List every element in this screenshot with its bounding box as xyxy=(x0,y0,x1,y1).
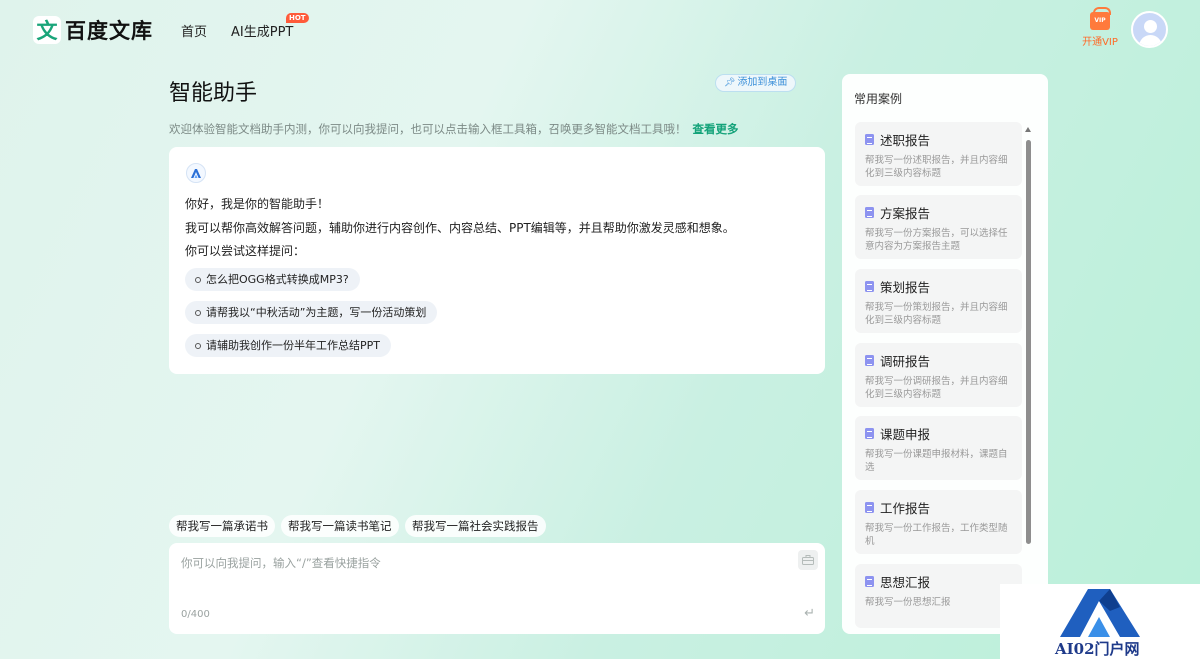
case-description: 帮我写一份述职报告，并且内容细化到三级内容标题 xyxy=(865,155,1008,179)
greeting-line-1: 你好，我是你的智能助手！ xyxy=(185,197,330,211)
hot-badge: HOT xyxy=(286,13,309,23)
suggestion-text: 请帮我以“中秋活动”为主题，写一份活动策划 xyxy=(206,306,427,319)
case-title: 述职报告 xyxy=(880,133,931,148)
case-description: 帮我写一份方案报告，可以选择任意内容为方案报告主题 xyxy=(865,228,1008,252)
document-icon xyxy=(865,428,874,439)
panel-title: 常用案例 xyxy=(854,92,903,106)
common-cases-panel: 常用案例 述职报告 帮我写一份述职报告，并且内容细化到三级内容标题 方案报告 帮… xyxy=(842,74,1048,634)
suggestion-chip-2[interactable]: 请帮我以“中秋活动”为主题，写一份活动策划 xyxy=(185,301,438,324)
quick-prompt-chip-1[interactable]: 帮我写一篇承诺书 xyxy=(169,515,275,537)
case-card[interactable]: 思想汇报 帮我写一份思想汇报 xyxy=(855,564,1022,628)
case-title: 课题申报 xyxy=(880,427,931,442)
vip-label: 开通VIP xyxy=(1082,37,1118,48)
assistant-message-card: 你好，我是你的智能助手！ 我可以帮你高效解答问题，辅助你进行内容创作、内容总结、… xyxy=(169,147,825,374)
vip-gift-icon: VIP xyxy=(1090,7,1111,30)
add-to-desktop-button[interactable]: 📌︎ 添加到桌面 xyxy=(715,74,797,92)
bullet-icon xyxy=(195,276,201,283)
case-title: 调研报告 xyxy=(880,354,931,369)
case-card[interactable]: 述职报告 帮我写一份述职报告，并且内容细化到三级内容标题 xyxy=(855,122,1022,186)
document-icon xyxy=(865,281,874,292)
quick-prompt-chip-2[interactable]: 帮我写一篇读书笔记 xyxy=(281,515,399,537)
watermark-text: AI02门户网 xyxy=(1055,640,1140,658)
suggestion-text: 怎么把OGG格式转换成MP3? xyxy=(206,273,349,286)
case-card[interactable]: 工作报告 帮我写一份工作报告，工作类型随机 xyxy=(855,490,1022,554)
case-title: 策划报告 xyxy=(880,280,931,295)
logo-text: 百度文库 xyxy=(65,19,153,43)
watermark: AI02门户网 xyxy=(1000,584,1200,659)
scroll-up-arrow-icon[interactable] xyxy=(1025,127,1031,132)
see-more-link[interactable]: 查看更多 xyxy=(693,122,739,136)
case-description: 帮我写一份课题申报材料，课题自选 xyxy=(865,449,1008,473)
suggestion-chip-3[interactable]: 请辅助我创作一份半年工作总结PPT xyxy=(185,334,391,357)
suggestion-chip-1[interactable]: 怎么把OGG格式转换成MP3? xyxy=(185,268,360,291)
case-title: 工作报告 xyxy=(880,501,931,516)
case-card[interactable]: 课题申报 帮我写一份课题申报材料，课题自选 xyxy=(855,416,1022,480)
document-icon xyxy=(865,134,874,145)
baidu-wenku-logo[interactable]: 文 百度文库 xyxy=(33,15,153,45)
greeting-line-3: 你可以尝试这样提问： xyxy=(185,244,306,258)
pin-icon: 📌︎ xyxy=(724,78,736,88)
document-icon xyxy=(865,576,874,587)
welcome-message: 欢迎体验智能文档助手内测，你可以向我提问，也可以点击输入框工具箱，召唤更多智能文… xyxy=(169,122,687,136)
quick-prompt-chip-3[interactable]: 帮我写一篇社会实践报告 xyxy=(405,515,546,537)
logo-mark-icon: 文 xyxy=(33,16,61,44)
scrollbar-thumb[interactable] xyxy=(1026,140,1031,544)
nav-home-link[interactable]: 首页 xyxy=(181,21,207,40)
case-description: 帮我写一份调研报告，并且内容细化到三级内容标题 xyxy=(865,376,1008,400)
open-vip-button[interactable]: VIP 开通VIP xyxy=(1080,7,1120,48)
case-title: 思想汇报 xyxy=(880,575,931,590)
case-description: 帮我写一份思想汇报 xyxy=(865,597,951,608)
page-title: 智能助手 xyxy=(169,81,258,106)
greeting-line-2: 我可以帮你高效解答问题，辅助你进行内容创作、内容总结、PPT编辑等，并且帮助你激… xyxy=(185,221,735,235)
document-icon xyxy=(865,207,874,218)
case-description: 帮我写一份工作报告，工作类型随机 xyxy=(865,523,1008,547)
add-to-desktop-label: 添加到桌面 xyxy=(737,77,788,88)
chat-input[interactable] xyxy=(181,551,781,575)
case-card[interactable]: 方案报告 帮我写一份方案报告，可以选择任意内容为方案报告主题 xyxy=(855,195,1022,259)
suggestion-text: 请辅助我创作一份半年工作总结PPT xyxy=(206,339,380,352)
top-navbar: 文 百度文库 首页 AI生成PPT HOT VIP 开通VIP xyxy=(0,0,1200,60)
bullet-icon xyxy=(195,309,201,316)
document-icon xyxy=(865,355,874,366)
nav-ai-ppt-link[interactable]: AI生成PPT xyxy=(231,21,293,40)
bullet-icon xyxy=(195,342,201,349)
case-title: 方案报告 xyxy=(880,206,931,221)
case-card[interactable]: 调研报告 帮我写一份调研报告，并且内容细化到三级内容标题 xyxy=(855,343,1022,407)
assistant-avatar-icon xyxy=(186,163,206,183)
char-counter: 0/400 xyxy=(181,609,210,620)
chat-input-box: 0/400 ↵ xyxy=(169,543,825,634)
user-avatar[interactable] xyxy=(1131,11,1168,48)
toolbox-icon[interactable] xyxy=(798,550,818,570)
document-icon xyxy=(865,502,874,513)
case-description: 帮我写一份策划报告，并且内容细化到三级内容标题 xyxy=(865,302,1008,326)
welcome-text: 欢迎体验智能文档助手内测，你可以向我提问，也可以点击输入框工具箱，召唤更多智能文… xyxy=(169,121,739,137)
case-card[interactable]: 策划报告 帮我写一份策划报告，并且内容细化到三级内容标题 xyxy=(855,269,1022,333)
watermark-logo-icon xyxy=(1060,589,1140,637)
enter-send-icon[interactable]: ↵ xyxy=(804,606,815,621)
